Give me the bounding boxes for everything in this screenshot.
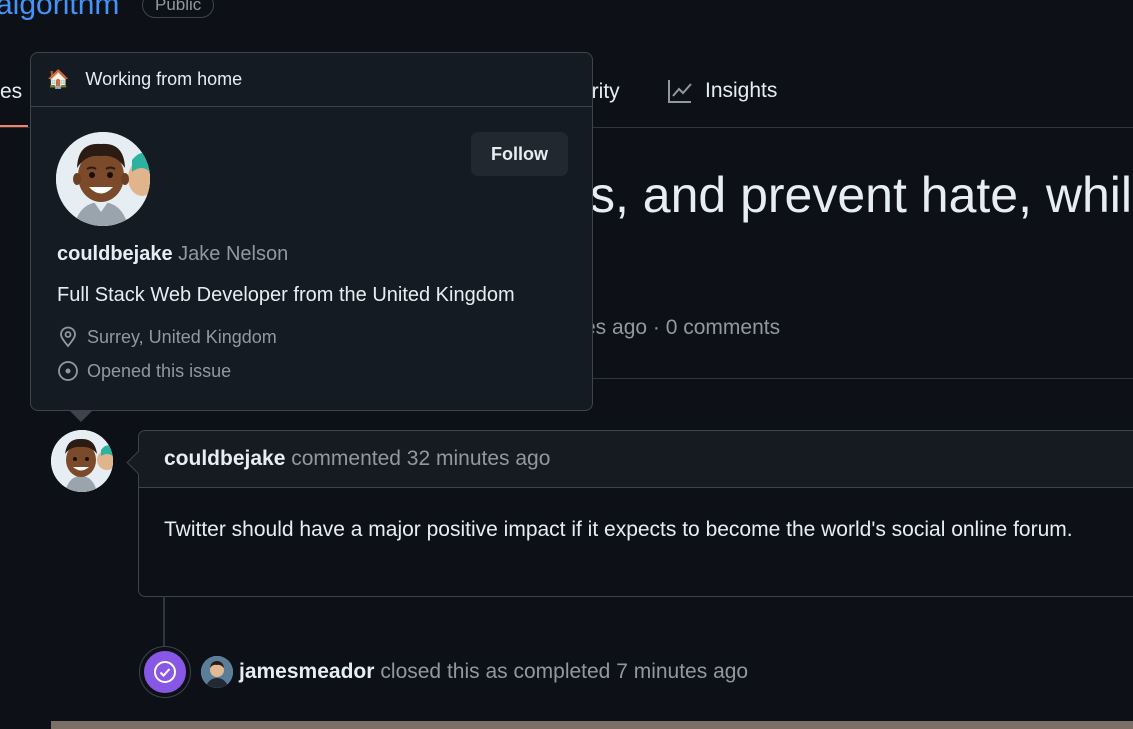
event-actor-link[interactable]: jamesmeador xyxy=(239,660,374,684)
issue-page: algorithm Public es urity Insights s, an… xyxy=(0,0,1133,729)
event-description: closed this as completed 7 minutes ago xyxy=(380,660,749,683)
check-circle-icon xyxy=(154,661,176,683)
bottom-edge-bar xyxy=(51,721,1133,729)
location-pin-icon xyxy=(60,326,76,348)
hovercard-location: Surrey, United Kingdom xyxy=(57,326,277,348)
comment-author-link[interactable]: couldbejake xyxy=(164,447,285,470)
hovercard-location-text: Surrey, United Kingdom xyxy=(87,326,277,347)
visibility-badge: Public xyxy=(142,0,215,18)
hovercard-full-name[interactable]: Jake Nelson xyxy=(178,243,288,265)
hovercard-avatar[interactable] xyxy=(56,132,150,226)
user-status: 🏠 Working from home xyxy=(31,53,592,107)
tab-issues[interactable]: es xyxy=(0,80,22,104)
hovercard-login-link[interactable]: couldbejake xyxy=(57,243,173,265)
tab-insights[interactable]: Insights xyxy=(667,78,777,104)
issue-meta: es ago · 0 comments xyxy=(584,316,781,339)
hovercard-relation-text: Opened this issue xyxy=(87,360,232,381)
repo-name-link[interactable]: algorithm xyxy=(0,0,119,22)
user-hovercard: 🏠 Working from home Follow couldbejake J… xyxy=(30,52,593,411)
hovercard-pointer xyxy=(69,410,93,422)
graph-icon xyxy=(668,80,692,103)
timeline-connector xyxy=(163,596,165,646)
comment-body: Twitter should have a major positive imp… xyxy=(164,518,1073,541)
user-status-text: Working from home xyxy=(85,69,243,89)
comment-header: couldbejake commented 32 minutes ago xyxy=(139,431,1133,488)
issue-title: s, and prevent hate, whils xyxy=(590,167,1133,223)
closed-event: jamesmeador closed this as completed 7 m… xyxy=(201,656,748,688)
header-divider xyxy=(592,378,1133,379)
tab-insights-label: Insights xyxy=(705,79,778,102)
house-icon: 🏠 xyxy=(47,69,70,89)
comment-box: couldbejake commented 32 minutes ago Twi… xyxy=(138,430,1133,597)
hovercard-bio: Full Stack Web Developer from the United… xyxy=(57,284,515,306)
comment-author-avatar[interactable] xyxy=(51,430,113,492)
hovercard-relation: Opened this issue xyxy=(57,360,231,382)
comment-timestamp[interactable]: commented 32 minutes ago xyxy=(291,447,550,470)
follow-button[interactable]: Follow xyxy=(471,132,568,176)
closed-status-badge xyxy=(139,646,191,698)
event-actor-avatar[interactable] xyxy=(201,656,233,688)
hovercard-names: couldbejake Jake Nelson xyxy=(57,243,288,266)
issue-opened-icon xyxy=(58,361,78,381)
